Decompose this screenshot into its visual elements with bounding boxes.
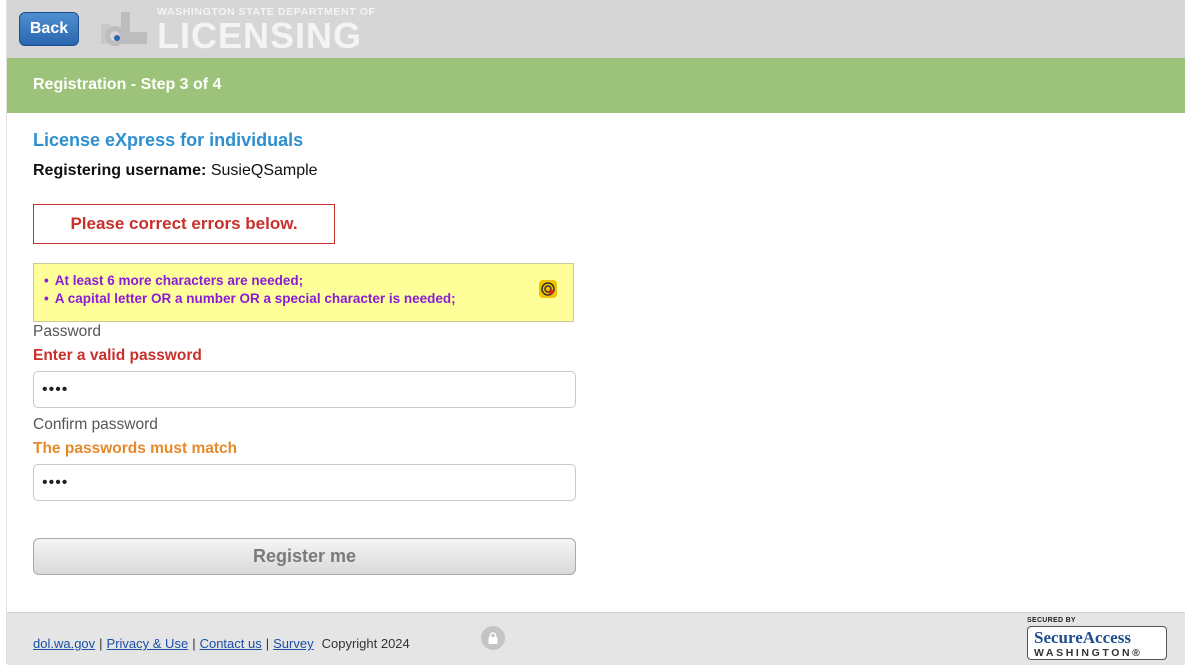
separator: | <box>192 636 196 651</box>
password-hint-item: A capital letter OR a number OR a specia… <box>44 290 456 308</box>
footer-link-privacy[interactable]: Privacy & Use <box>107 636 189 651</box>
footer: dol.wa.gov | Privacy & Use | Contact us … <box>7 612 1185 665</box>
step-banner: Registration - Step 3 of 4 <box>7 58 1185 113</box>
separator: | <box>99 636 103 651</box>
confirm-password-field[interactable]: •••• <box>33 464 576 501</box>
footer-link-survey[interactable]: Survey <box>273 636 313 651</box>
username-label: Registering username: <box>33 162 207 179</box>
separator: | <box>265 636 270 651</box>
footer-links: dol.wa.gov | Privacy & Use | Contact us … <box>33 636 410 651</box>
username-value: SusieQSample <box>210 162 318 179</box>
badge-box: SecureAccess WASHINGTON® <box>1027 626 1167 660</box>
badge-secured-by: SECURED BY <box>1027 617 1076 624</box>
password-hint-item: At least 6 more characters are needed; <box>44 272 456 290</box>
footer-link-contact[interactable]: Contact us <box>200 636 262 651</box>
badge-subtitle: WASHINGTON® <box>1034 647 1143 659</box>
password-field[interactable]: •••• <box>33 371 576 408</box>
confirm-password-label: Confirm password <box>33 416 158 433</box>
password-error: Enter a valid password <box>33 347 202 364</box>
page: Back WASHINGTON STATE DEPARTMENT OF LICE… <box>7 0 1185 665</box>
page-title: License eXpress for individuals <box>33 130 304 150</box>
copyright: Copyright 2024 <box>321 636 410 651</box>
footer-link-dol[interactable]: dol.wa.gov <box>33 636 95 651</box>
password-label: Password <box>33 323 102 340</box>
left-border <box>6 0 7 664</box>
registering-username: Registering username: SusieQSample <box>33 162 318 180</box>
step-label: Registration - Step 3 of 4 <box>33 76 222 93</box>
register-button[interactable]: Register me <box>33 538 576 575</box>
dol-logo-icon <box>101 12 147 46</box>
header: Back WASHINGTON STATE DEPARTMENT OF LICE… <box>7 0 1185 58</box>
back-button[interactable]: Back <box>19 12 79 46</box>
confirm-password-error: The passwords must match <box>33 440 238 457</box>
logo-title: LICENSING <box>157 15 363 56</box>
badge-title: SecureAccess <box>1034 628 1131 647</box>
password-meter-icon <box>539 280 557 298</box>
password-hints: At least 6 more characters are needed; A… <box>33 263 574 322</box>
secureaccess-badge[interactable]: SECURED BY SecureAccess WASHINGTON® <box>1027 617 1168 661</box>
error-summary: Please correct errors below. <box>33 204 335 244</box>
lock-icon <box>481 626 505 650</box>
